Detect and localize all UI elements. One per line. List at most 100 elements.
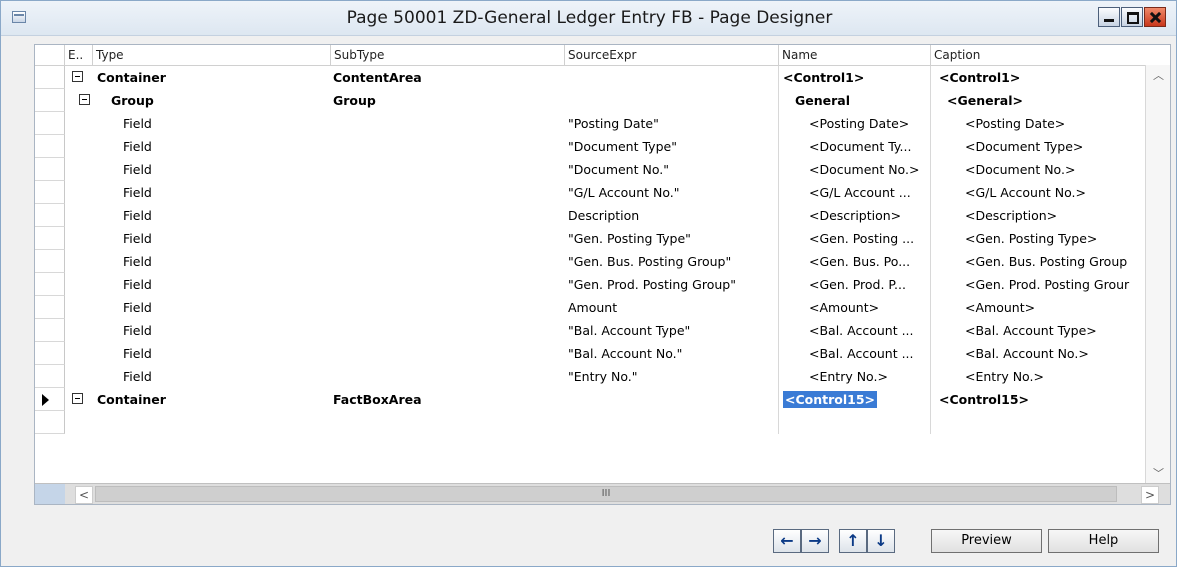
type-cell[interactable]: [93, 411, 331, 434]
caption-cell[interactable]: <Amount>: [931, 296, 1145, 319]
type-cell[interactable]: Field: [93, 342, 331, 365]
caption-cell[interactable]: <Bal. Account Type>: [931, 319, 1145, 342]
sourceexpr-cell[interactable]: "Gen. Posting Type": [565, 227, 779, 250]
caption-cell[interactable]: <Posting Date>: [931, 112, 1145, 135]
row-selector[interactable]: [35, 204, 65, 227]
sourceexpr-cell[interactable]: "Bal. Account Type": [565, 319, 779, 342]
sourceexpr-cell[interactable]: "Entry No.": [565, 365, 779, 388]
name-cell[interactable]: <Bal. Account ...: [779, 342, 931, 365]
subtype-cell[interactable]: [331, 319, 565, 342]
row-selector[interactable]: [35, 319, 65, 342]
type-cell[interactable]: Field: [93, 204, 331, 227]
subtype-cell[interactable]: [331, 250, 565, 273]
move-right-button[interactable]: →: [801, 529, 829, 553]
name-cell[interactable]: <Amount>: [779, 296, 931, 319]
name-cell[interactable]: <G/L Account ...: [779, 181, 931, 204]
row-selector[interactable]: [35, 250, 65, 273]
name-cell[interactable]: <Gen. Prod. P...: [779, 273, 931, 296]
caption-cell[interactable]: [931, 411, 1145, 434]
horizontal-scrollbar[interactable]: < III >: [35, 483, 1170, 504]
maximize-button[interactable]: [1121, 7, 1143, 27]
move-up-button[interactable]: ↑: [839, 529, 867, 553]
subtype-cell[interactable]: [331, 227, 565, 250]
table-row[interactable]: Field "Gen. Bus. Posting Group" <Gen. Bus.…: [35, 250, 1145, 273]
scroll-left-icon[interactable]: <: [75, 486, 93, 504]
subtype-cell[interactable]: FactBoxArea: [331, 388, 565, 411]
collapse-icon[interactable]: [79, 94, 90, 105]
sourceexpr-cell[interactable]: Amount: [565, 296, 779, 319]
subtype-cell[interactable]: [331, 296, 565, 319]
sourceexpr-cell[interactable]: "Gen. Bus. Posting Group": [565, 250, 779, 273]
scroll-right-icon[interactable]: >: [1141, 486, 1159, 504]
name-cell[interactable]: <Posting Date>: [779, 112, 931, 135]
table-row[interactable]: Field "Posting Date" <Posting Date> <Postin…: [35, 112, 1145, 135]
help-button[interactable]: Help: [1048, 529, 1159, 553]
subtype-cell[interactable]: [331, 204, 565, 227]
table-row[interactable]: Field "Document Type" <Document Ty... <Docu…: [35, 135, 1145, 158]
name-cell[interactable]: <Description>: [779, 204, 931, 227]
caption-cell[interactable]: <G/L Account No.>: [931, 181, 1145, 204]
name-cell[interactable]: <Gen. Posting ...: [779, 227, 931, 250]
row-selector[interactable]: [35, 135, 65, 158]
sourceexpr-cell[interactable]: "Document Type": [565, 135, 779, 158]
type-cell[interactable]: Field: [93, 158, 331, 181]
caption-cell[interactable]: <Gen. Prod. Posting Grour: [931, 273, 1145, 296]
name-cell[interactable]: General: [779, 89, 931, 112]
subtype-cell[interactable]: ContentArea: [331, 66, 565, 89]
subtype-cell[interactable]: [331, 342, 565, 365]
caption-cell[interactable]: <Gen. Bus. Posting Group: [931, 250, 1145, 273]
header-subtype[interactable]: SubType: [331, 45, 565, 65]
name-cell[interactable]: <Gen. Bus. Po...: [779, 250, 931, 273]
type-cell[interactable]: Field: [93, 296, 331, 319]
type-cell[interactable]: Field: [93, 112, 331, 135]
header-type[interactable]: Type: [93, 45, 331, 65]
table-row[interactable]: Field "Gen. Prod. Posting Group" <Gen. Pro…: [35, 273, 1145, 296]
caption-cell[interactable]: <General>: [931, 89, 1145, 112]
type-cell[interactable]: Field: [93, 319, 331, 342]
sourceexpr-cell[interactable]: "Bal. Account No.": [565, 342, 779, 365]
row-selector[interactable]: [35, 89, 65, 112]
name-cell[interactable]: [779, 411, 931, 434]
table-row[interactable]: Group Group General <General>: [35, 89, 1145, 112]
table-row[interactable]: Field "Bal. Account No." <Bal. Account ...…: [35, 342, 1145, 365]
caption-cell[interactable]: <Document Type>: [931, 135, 1145, 158]
header-expand[interactable]: E..: [65, 45, 93, 65]
header-name[interactable]: Name: [779, 45, 931, 65]
scroll-thumb[interactable]: III: [95, 486, 1117, 502]
row-selector[interactable]: [35, 342, 65, 365]
title-bar[interactable]: Page 50001 ZD-General Ledger Entry FB - …: [1, 1, 1176, 36]
row-selector[interactable]: [35, 181, 65, 204]
type-cell[interactable]: Field: [93, 135, 331, 158]
caption-cell[interactable]: <Gen. Posting Type>: [931, 227, 1145, 250]
sourceexpr-cell[interactable]: Description: [565, 204, 779, 227]
sourceexpr-cell[interactable]: [565, 411, 779, 434]
sourceexpr-cell[interactable]: [565, 89, 779, 112]
row-selector[interactable]: [35, 158, 65, 181]
row-selector[interactable]: [35, 296, 65, 319]
caption-cell[interactable]: <Document No.>: [931, 158, 1145, 181]
row-selector[interactable]: [35, 388, 65, 411]
sourceexpr-cell[interactable]: [565, 66, 779, 89]
table-row[interactable]: Field "G/L Account No." <G/L Account ... <G…: [35, 181, 1145, 204]
row-selector[interactable]: [35, 273, 65, 296]
name-cell[interactable]: <Control1>: [779, 66, 931, 89]
header-sourceexpr[interactable]: SourceExpr: [565, 45, 779, 65]
table-row[interactable]: Field Amount <Amount> <Amount>: [35, 296, 1145, 319]
collapse-icon[interactable]: [72, 393, 83, 404]
table-row[interactable]: Field "Bal. Account Type" <Bal. Account ..…: [35, 319, 1145, 342]
row-selector[interactable]: [35, 411, 65, 434]
subtype-cell[interactable]: [331, 158, 565, 181]
row-selector[interactable]: [35, 112, 65, 135]
row-selector[interactable]: [35, 365, 65, 388]
caption-cell[interactable]: <Entry No.>: [931, 365, 1145, 388]
name-cell[interactable]: <Entry No.>: [779, 365, 931, 388]
subtype-cell[interactable]: [331, 411, 565, 434]
scroll-down-icon[interactable]: ﹀: [1153, 465, 1164, 481]
table-row[interactable]: Container ContentArea <Control1> <Control1>: [35, 66, 1145, 89]
designer-grid[interactable]: E.. Type SubType SourceExpr Name Caption…: [34, 44, 1171, 505]
table-row[interactable]: Field "Document No." <Document No.> <Docume…: [35, 158, 1145, 181]
sourceexpr-cell[interactable]: "Document No.": [565, 158, 779, 181]
caption-cell[interactable]: <Control1>: [931, 66, 1145, 89]
type-cell[interactable]: Field: [93, 365, 331, 388]
name-cell[interactable]: <Control15>: [779, 388, 931, 411]
